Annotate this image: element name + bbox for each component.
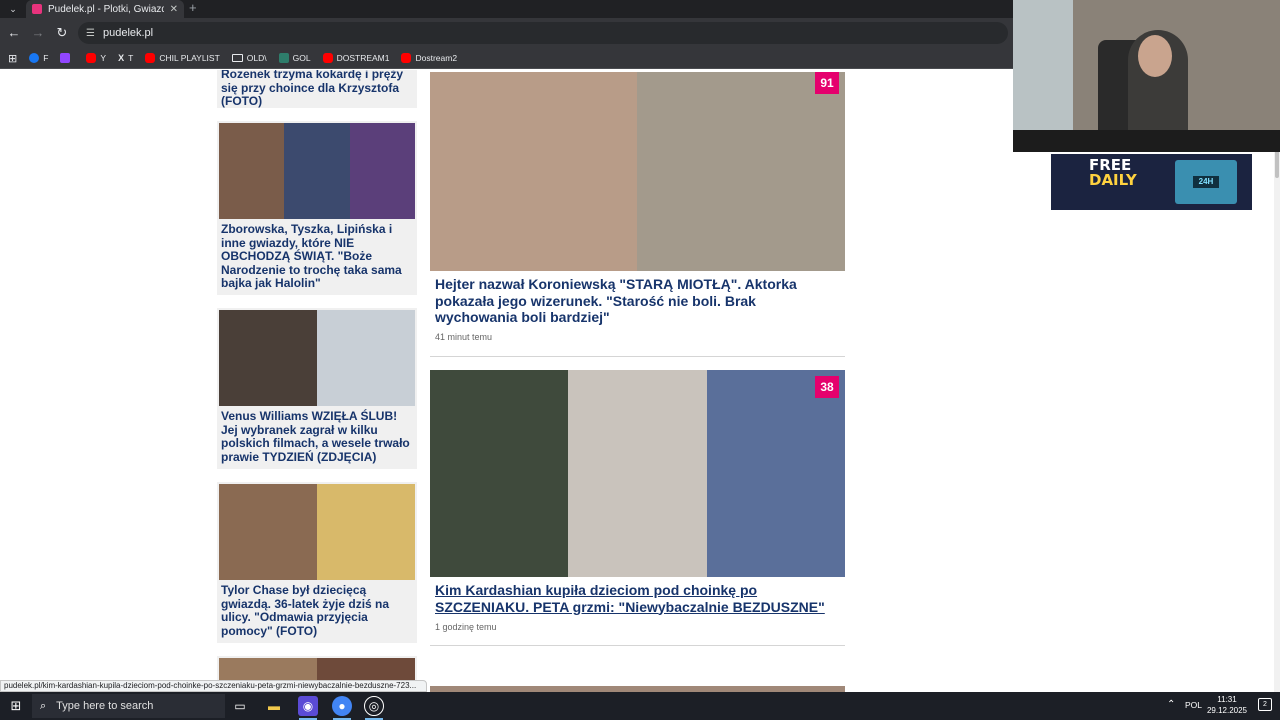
bookmark-t[interactable]: XT [118,53,133,63]
article-divider [430,645,845,646]
clock-time: 11:31 [1217,695,1237,704]
twitch-icon [60,53,71,63]
bookmark-label: CHIL PLAYLIST [159,53,220,63]
new-tab-button[interactable]: + [189,0,197,18]
article-timestamp: 41 minut temu [435,332,493,342]
notification-center-icon[interactable]: 2 [1258,698,1272,711]
input-language[interactable]: POL [1185,700,1202,710]
bookmark-label: Dostream2 [415,53,458,63]
forward-icon[interactable]: → [30,25,46,41]
chevron-up-icon[interactable]: ⌃ [1167,699,1175,710]
sidebar-card-title[interactable]: Rozenek trzyma kokardę i pręży się przy … [221,70,411,109]
bookmark-dostream2[interactable]: Dostream2 [401,53,457,63]
bookmark-dostream1[interactable]: DOSTREAM1 [322,53,390,63]
sidebar-card[interactable]: Venus Williams WZIĘŁA ŚLUB! Jej wybranek… [217,308,417,469]
main-article-title[interactable]: Kim Kardashian kupiła dzieciom pod choin… [435,582,837,615]
active-tab[interactable]: Pudelek.pl - Plotki, Gwiazdy, Se ✕ [26,0,184,18]
article-timestamp: 1 godzinę temu [435,622,497,632]
windows-taskbar: ⊞ ⌕ Type here to search ▭ ▬ ◉ ● ◎ ⌃ POL … [0,692,1280,720]
apps-grid-icon[interactable]: ⊞ [8,52,17,65]
address-bar[interactable]: ☰ pudelek.pl [78,22,1008,44]
comment-count-badge[interactable]: 91 [815,72,839,94]
main-article-title[interactable]: Hejter nazwał Koroniewską "STARĄ MIOTŁĄ"… [435,276,837,326]
gol-icon [278,53,289,63]
file-explorer-icon[interactable]: ▬ [264,696,284,716]
sidebar-card-title[interactable]: Tylor Chase był dziecięcą gwiazdą. 36-la… [221,583,401,638]
ad-chest-label: 24H [1193,176,1219,188]
bookmark-label: T [128,53,134,63]
free-daily-ad-banner[interactable]: FREE DAILY 24H [1051,154,1252,210]
youtube-icon [401,53,412,63]
link-status-bar: pudelek.pl/kim-kardashian-kupila-dziecio… [0,680,427,692]
bookmark-f[interactable]: F [29,53,48,63]
x-icon: X [118,53,125,63]
tab-search-icon[interactable]: ⌄ [4,1,22,17]
webcam-overlay [1013,0,1280,152]
back-icon[interactable]: ← [6,25,22,41]
bookmark-label: OLD\ [246,53,267,63]
bookmark-label: DOSTREAM1 [336,53,390,63]
comment-count-badge[interactable]: 38 [815,376,839,398]
article-thumbnail[interactable] [219,123,415,219]
article-image[interactable] [430,72,845,271]
sidebar-card-title[interactable]: Venus Williams WZIĘŁA ŚLUB! Jej wybranek… [221,409,413,464]
ad-line-2: DAILY [1089,171,1137,189]
url-text: pudelek.pl [102,27,154,39]
clock-date: 29.12.2025 [1206,706,1248,715]
task-view-icon[interactable]: ▭ [230,696,250,716]
article-divider [430,356,845,357]
main-article[interactable]: 38 Kim Kardashian kupiła dzieciom pod ch… [430,370,845,640]
main-article[interactable]: 91 Hejter nazwał Koroniewską "STARĄ MIOT… [430,70,845,345]
youtube-icon [322,53,333,63]
pudelek-favicon-icon [32,4,42,14]
sidebar-card[interactable]: Zborowska, Tyszka, Lipińska i inne gwiaz… [217,121,417,295]
article-thumbnail[interactable] [219,310,415,406]
taskbar-clock[interactable]: 11:31 29.12.2025 [1205,694,1249,716]
folder-icon [231,54,243,62]
obs-icon[interactable]: ◎ [364,696,384,716]
bookmark-gol[interactable]: GOL [278,53,311,63]
tab-title: Pudelek.pl - Plotki, Gwiazdy, Se [48,3,164,15]
bookmark-twitch[interactable] [60,53,74,63]
site-info-icon[interactable]: ☰ [86,28,95,39]
youtube-icon [86,53,97,63]
search-icon: ⌕ [40,699,47,712]
discord-icon[interactable]: ◉ [298,696,318,716]
sidebar-card-title[interactable]: Zborowska, Tyszka, Lipińska i inne gwiaz… [221,222,411,291]
scrollbar-thumb[interactable] [1275,150,1279,178]
facebook-icon [29,53,40,63]
windows-start-icon[interactable]: ⊞ [0,692,32,720]
sidebar-card[interactable]: Tylor Chase był dziecięcą gwiazdą. 36-la… [217,482,417,643]
chrome-icon[interactable]: ● [332,696,352,716]
reload-icon[interactable]: ↻ [54,25,70,41]
article-image[interactable] [430,370,845,577]
youtube-icon [145,53,156,63]
bookmark-label: F [43,53,49,63]
taskbar-search-box[interactable]: ⌕ Type here to search [32,694,225,718]
bookmark-folder-old[interactable]: OLD\ [231,53,267,63]
article-thumbnail[interactable] [219,484,415,580]
bookmark-label: Y [100,53,107,63]
close-tab-icon[interactable]: ✕ [170,4,178,15]
bookmark-y[interactable]: Y [86,53,106,63]
bookmark-chil-playlist[interactable]: CHIL PLAYLIST [145,53,220,63]
taskbar-search-placeholder: Type here to search [56,700,154,712]
bookmark-label: GOL [292,53,311,63]
